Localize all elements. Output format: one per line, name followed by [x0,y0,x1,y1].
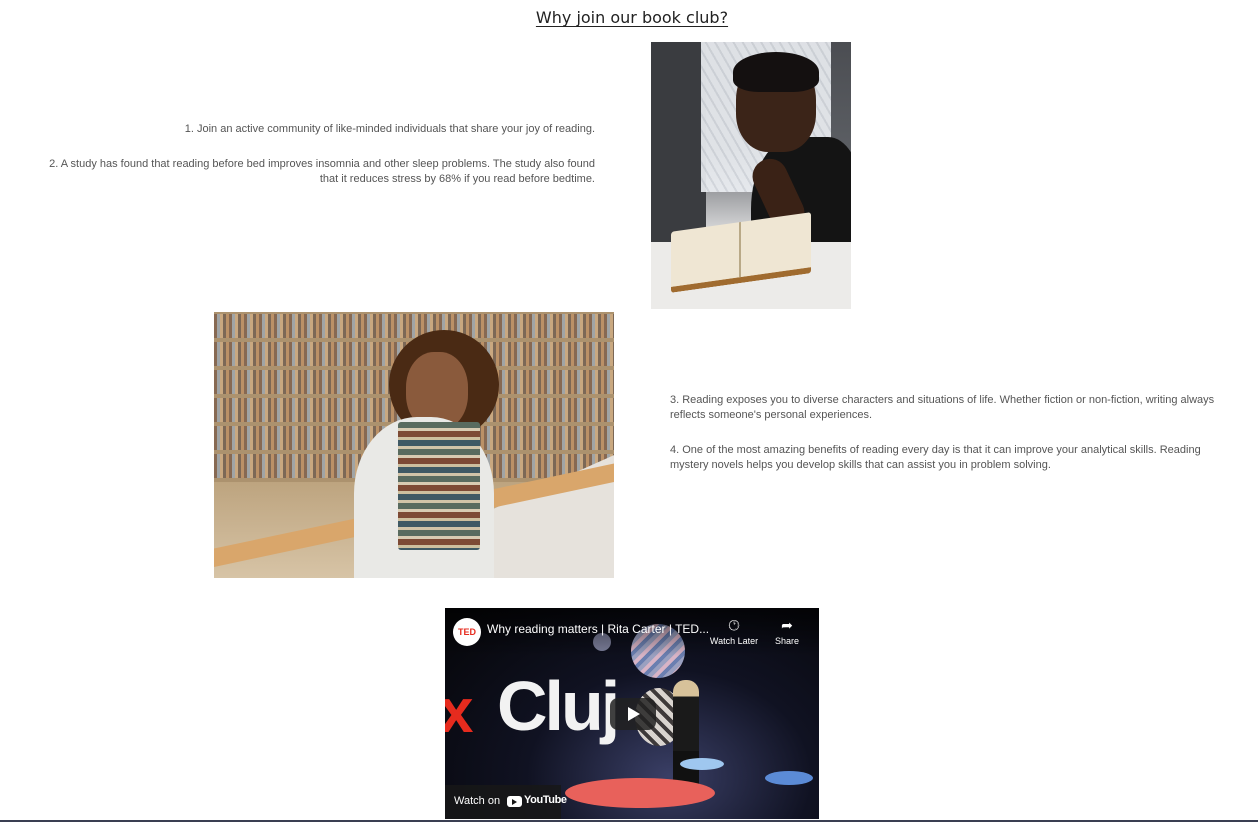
watch-on-label: Watch on [454,795,501,807]
play-button[interactable] [610,698,656,730]
person-hair [733,52,819,92]
photo-man-reading [651,42,851,309]
background-wall [651,42,706,242]
share-button[interactable]: ➦ Share [760,616,814,646]
channel-logo[interactable]: TED [453,618,481,646]
watch-later-button[interactable]: 🕐︎ Watch Later [707,616,761,646]
reason-4: 4. One of the most amazing benefits of r… [670,444,1201,471]
stage-city-text: Cluj [497,667,620,745]
stage-light [680,758,724,770]
stage-light [765,771,813,785]
share-arrow-icon: ➦ [781,617,793,633]
youtube-logo-icon [507,796,522,807]
stage-tedx-letter: x [445,677,474,746]
stage-red-carpet [565,778,715,808]
reason-2: 2. A study has found that reading before… [49,158,595,185]
share-label: Share [774,636,800,646]
photo-girl-with-books [214,312,614,578]
watch-on-youtube-button[interactable]: Watch on YouTube [445,785,567,819]
reason-3: 3. Reading exposes you to diverse charac… [670,394,1215,421]
youtube-wordmark: YouTube [524,794,567,806]
reason-1: 1. Join an active community of like-mind… [184,123,595,135]
watch-later-label: Watch Later [709,636,759,646]
clock-icon: 🕐︎ [728,617,740,633]
video-title-link[interactable]: Why reading matters | Rita Carter | TED.… [487,622,709,636]
footer-divider [0,820,1258,822]
book-stack [398,422,480,550]
section-title: Why join our book club? [535,8,729,27]
video-embed[interactable]: x Cluj TED Why reading matters | Rita Ca… [445,608,819,819]
